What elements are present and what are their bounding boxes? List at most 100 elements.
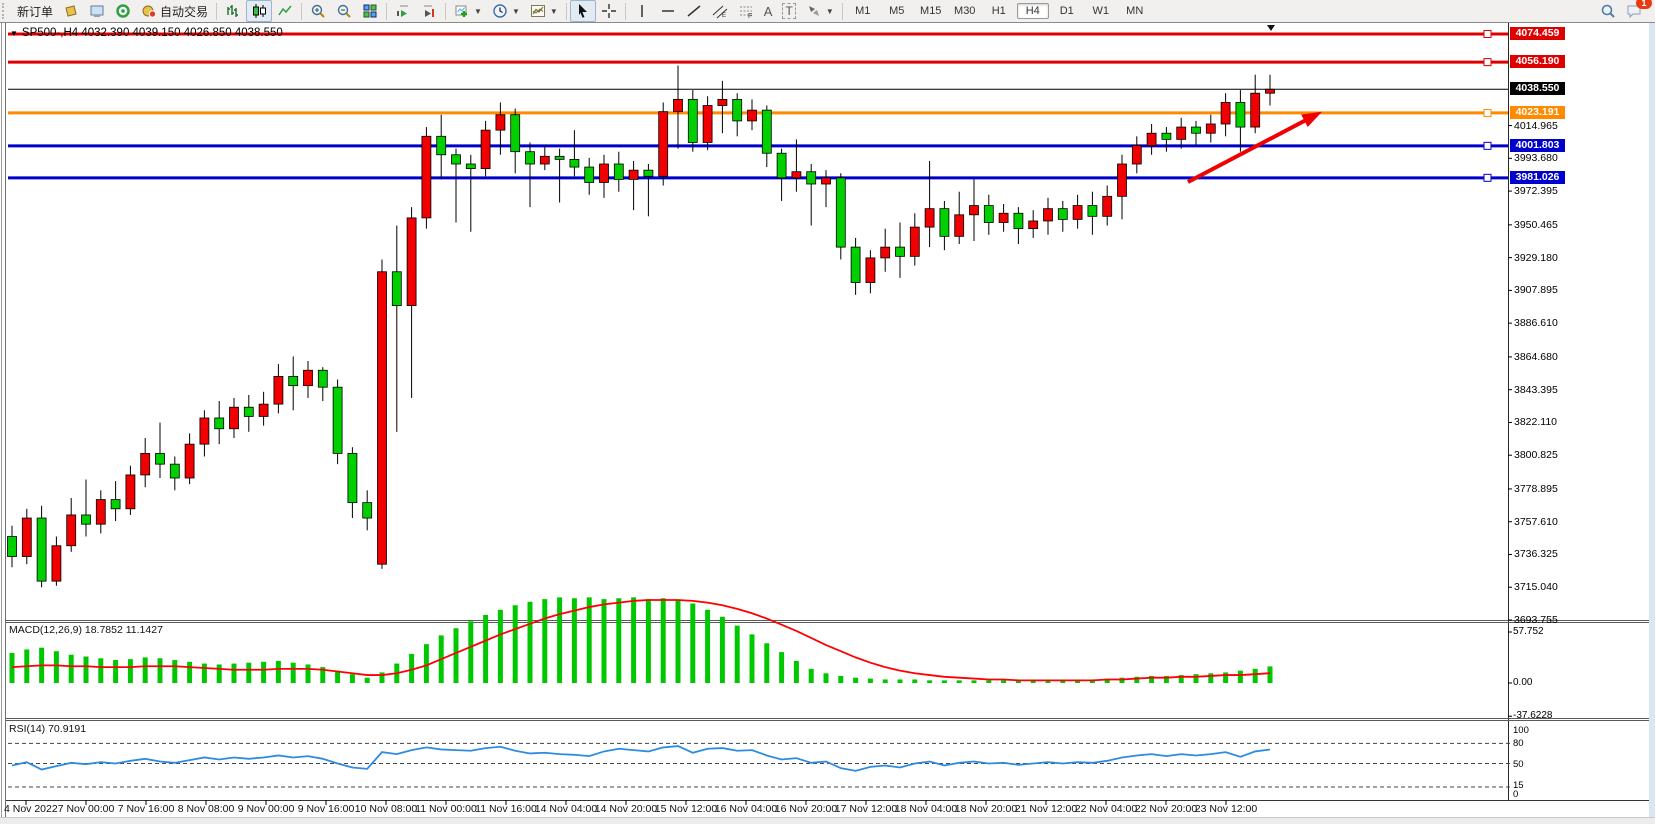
indicators-button[interactable]: ▼ xyxy=(449,0,487,22)
candle-body xyxy=(955,215,964,237)
horizontal-line-icon xyxy=(660,3,676,19)
candle-body xyxy=(1088,206,1097,217)
candle-body xyxy=(496,115,505,130)
candle-body xyxy=(52,546,61,581)
candle-body xyxy=(170,464,179,478)
templates-caret-icon[interactable]: ▼ xyxy=(550,7,558,16)
arrow-objects-icon xyxy=(806,3,822,19)
indicators-caret-icon[interactable]: ▼ xyxy=(474,7,482,16)
candle-body xyxy=(215,418,224,429)
vertical-line-icon xyxy=(634,3,650,19)
label-tool-icon: T xyxy=(782,3,795,19)
hline-price-label: 4001.803 xyxy=(1510,139,1565,152)
timeframe-button-h1[interactable]: H1 xyxy=(983,3,1015,19)
timeframe-button-m1[interactable]: M1 xyxy=(847,3,879,19)
periods-caret-icon[interactable]: ▼ xyxy=(512,7,520,16)
main-toolbar: 新订单 自动交易 xyxy=(0,0,1655,23)
data-window-button[interactable] xyxy=(84,0,110,22)
candle-body xyxy=(481,130,490,168)
candle-body xyxy=(792,172,801,178)
candle-chart-type-button[interactable] xyxy=(246,0,272,22)
timeframe-button-m15[interactable]: M15 xyxy=(915,3,947,19)
candle-body xyxy=(585,167,594,182)
new-order-label: 新订单 xyxy=(17,3,53,20)
timeframe-button-mn[interactable]: MN xyxy=(1119,3,1151,19)
channel-tool-button[interactable]: E xyxy=(707,0,733,22)
market-watch-button[interactable] xyxy=(58,0,84,22)
notifications-button[interactable]: 1 xyxy=(1621,0,1647,22)
candle-body xyxy=(659,112,668,177)
candle-body xyxy=(437,136,446,154)
candle-body xyxy=(836,178,845,247)
hline-end-handle[interactable] xyxy=(1484,59,1491,66)
hline-end-handle[interactable] xyxy=(1484,31,1491,38)
templates-button[interactable]: ▼ xyxy=(525,0,563,22)
bar-chart-type-button[interactable] xyxy=(220,0,246,22)
clock-icon xyxy=(492,3,508,19)
toolbar-grip[interactable] xyxy=(2,3,9,19)
candle-body xyxy=(718,99,727,105)
timeframe-button-d1[interactable]: D1 xyxy=(1051,3,1083,19)
auto-scroll-icon xyxy=(395,3,411,19)
auto-scroll-button[interactable] xyxy=(390,0,416,22)
timeframe-button-m5[interactable]: M5 xyxy=(881,3,913,19)
navigator-icon xyxy=(115,3,131,19)
navigator-button[interactable] xyxy=(110,0,136,22)
mt4-window: 新订单 自动交易 xyxy=(0,0,1655,824)
chart-shift-button[interactable] xyxy=(416,0,442,22)
candle-body xyxy=(1029,221,1038,229)
chart-shift-icon xyxy=(421,3,437,19)
arrows-caret-icon[interactable]: ▼ xyxy=(826,7,834,16)
horizontal-line-tool-button[interactable] xyxy=(655,0,681,22)
text-tool-button[interactable]: A xyxy=(759,0,778,22)
tile-windows-button[interactable] xyxy=(357,0,383,22)
toolbar-separator xyxy=(445,3,446,20)
hline-end-handle[interactable] xyxy=(1484,142,1491,149)
fibonacci-tool-button[interactable]: F xyxy=(733,0,759,22)
arrows-tool-button[interactable]: ▼ xyxy=(801,0,839,22)
candle-body xyxy=(999,213,1008,222)
timeframe-button-h4[interactable]: H4 xyxy=(1017,3,1049,19)
indicators-add-icon xyxy=(454,3,470,19)
crosshair-tool-button[interactable] xyxy=(596,0,622,22)
trendline-tool-button[interactable] xyxy=(681,0,707,22)
timeframe-button-w1[interactable]: W1 xyxy=(1085,3,1117,19)
zoom-in-button[interactable] xyxy=(305,0,331,22)
toolbar-separator xyxy=(386,3,387,20)
timeframe-toolbar: M1M5M15M30H1H4D1W1MN xyxy=(846,3,1152,19)
candle-body xyxy=(363,503,372,518)
auto-trading-button[interactable]: 自动交易 xyxy=(136,0,213,22)
candle-body xyxy=(82,515,91,524)
candle-body xyxy=(1162,133,1171,139)
equidistant-channel-icon: E xyxy=(712,3,728,19)
vertical-line-tool-button[interactable] xyxy=(629,0,655,22)
toolbar-separator xyxy=(566,3,567,20)
hline-end-handle[interactable] xyxy=(1484,109,1491,116)
chart-plot-area[interactable] xyxy=(0,0,1655,824)
candle-body xyxy=(851,247,860,282)
candle-body xyxy=(733,99,742,121)
candle-body xyxy=(688,99,697,142)
cursor-tool-button[interactable] xyxy=(570,0,596,22)
candle-body xyxy=(274,376,283,404)
candle-body xyxy=(762,110,771,153)
zoom-in-icon xyxy=(310,3,326,19)
candle-body xyxy=(984,206,993,223)
zoom-out-icon xyxy=(336,3,352,19)
label-tool-button[interactable]: T xyxy=(777,0,800,22)
current-price-label: 4038.550 xyxy=(1510,82,1565,95)
text-tool-icon: A xyxy=(764,4,773,19)
periods-button[interactable]: ▼ xyxy=(487,0,525,22)
new-order-button[interactable]: 新订单 xyxy=(12,0,58,22)
hline-end-handle[interactable] xyxy=(1484,174,1491,181)
zoom-out-button[interactable] xyxy=(331,0,357,22)
search-button[interactable] xyxy=(1595,0,1621,22)
candle-body xyxy=(1221,102,1230,124)
candle-body xyxy=(318,370,327,387)
hline-price-label: 4074.459 xyxy=(1510,27,1565,40)
line-chart-type-button[interactable] xyxy=(272,0,298,22)
symbol-caret-icon[interactable]: ▼ xyxy=(10,29,18,38)
crosshair-icon xyxy=(601,3,617,19)
candle-body xyxy=(910,227,919,256)
timeframe-button-m30[interactable]: M30 xyxy=(949,3,981,19)
